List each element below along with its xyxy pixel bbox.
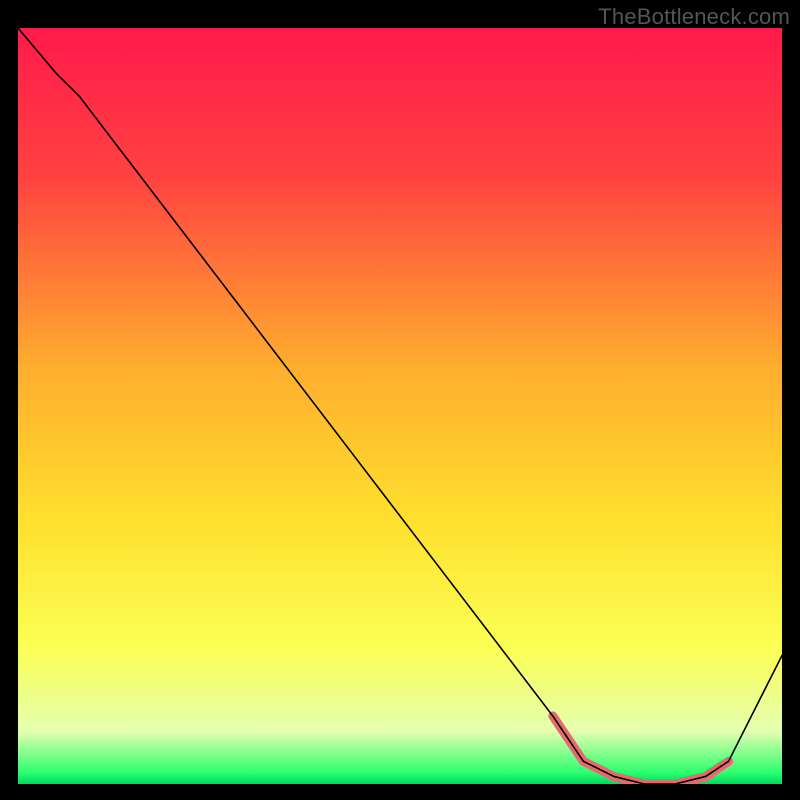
gradient-background <box>18 28 782 784</box>
chart-stage: TheBottleneck.com <box>0 0 800 800</box>
chart-plot <box>18 28 782 784</box>
watermark-text: TheBottleneck.com <box>598 4 790 30</box>
chart-svg <box>18 28 782 784</box>
